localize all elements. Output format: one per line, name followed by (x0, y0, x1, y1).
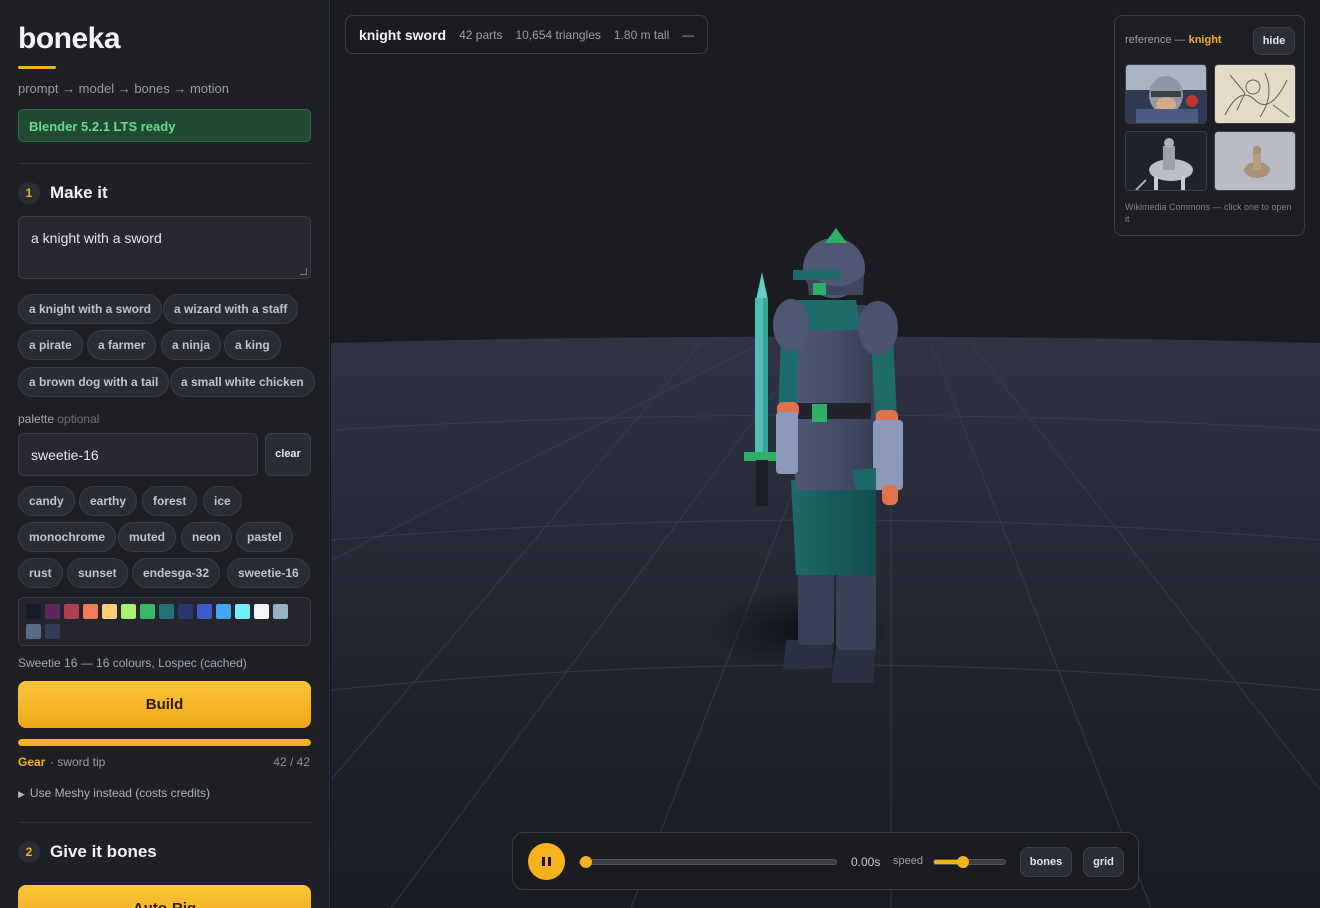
palette-chip[interactable]: sunset (67, 558, 128, 588)
step-title-make-it: Make it (50, 183, 108, 202)
sidebar: boneka prompt → model → bones → motion B… (0, 0, 330, 908)
prompt-input-value: a knight with a sword (31, 230, 162, 246)
prompt-chip[interactable]: a wizard with a staff (163, 294, 299, 324)
hide-reference-button[interactable]: hide (1253, 27, 1295, 55)
meshy-toggle[interactable]: ▶ Use Meshy instead (costs credits) (18, 786, 210, 800)
bones-toggle-button[interactable]: bones (1020, 847, 1072, 877)
prompt-chip[interactable]: a farmer (87, 330, 157, 360)
palette-swatch (45, 624, 60, 639)
title-underline (18, 66, 56, 69)
grid-toggle-button[interactable]: grid (1083, 847, 1124, 877)
reference-source-note: Wikimedia Commons — click one to open it (1125, 202, 1292, 224)
prompt-chip[interactable]: a ninja (161, 330, 222, 360)
pause-icon (542, 857, 545, 866)
step-number: 1 (18, 182, 40, 204)
app-title: boneka (18, 22, 121, 55)
palette-swatches (18, 597, 311, 646)
prompt-input[interactable]: a knight with a sword (18, 216, 311, 279)
palette-swatch (140, 604, 155, 619)
build-progress-bar (18, 739, 311, 746)
reference-thumbnail[interactable] (1125, 131, 1207, 191)
palette-swatch (178, 604, 193, 619)
disclosure-triangle-icon: ▶ (18, 789, 25, 799)
reference-thumbnail[interactable] (1214, 64, 1296, 124)
palette-chip[interactable]: neon (181, 522, 232, 552)
pause-button[interactable] (528, 843, 565, 880)
palette-chip[interactable]: candy (18, 486, 75, 516)
model-height: 1.80 m tall (613, 27, 670, 42)
palette-swatch (254, 604, 269, 619)
divider (18, 822, 311, 823)
reference-thumbnail[interactable] (1125, 64, 1207, 124)
3d-viewport[interactable]: knight sword 42 parts 10,654 triangles 1… (331, 0, 1320, 908)
playback-controls: 0.00s speed bones grid (512, 832, 1139, 890)
playback-time: 0.00s (851, 855, 881, 869)
reference-label: reference — knight (1125, 34, 1222, 46)
palette-swatch (216, 604, 231, 619)
palette-label: palette optional (18, 412, 99, 426)
blender-status-badge: Blender 5.2.1 LTS ready (18, 109, 311, 142)
palette-swatch (83, 604, 98, 619)
prompt-chip[interactable]: a pirate (18, 330, 83, 360)
triangle-count: 10,654 triangles (515, 27, 601, 42)
timeline-slider[interactable] (579, 856, 837, 868)
palette-swatch (26, 624, 41, 639)
palette-swatch (159, 604, 174, 619)
parts-count: 42 parts (459, 27, 503, 42)
reference-thumbnail[interactable] (1214, 131, 1296, 191)
reference-prefix: reference — (1125, 34, 1186, 46)
palette-swatch (26, 604, 41, 619)
palette-swatch (197, 604, 212, 619)
palette-chip[interactable]: rust (18, 558, 63, 588)
pause-icon (548, 857, 551, 866)
reference-panel: reference — knight hide Wikimedia Common… (1114, 15, 1305, 236)
auto-rig-button[interactable]: Auto-Rig (18, 885, 311, 908)
progress-stage: Gear (18, 755, 46, 769)
palette-swatch (45, 604, 60, 619)
palette-chip[interactable]: earthy (79, 486, 138, 516)
clear-palette-button[interactable]: clear (265, 433, 311, 476)
app: boneka prompt → model → bones → motion B… (0, 0, 1320, 908)
palette-chip[interactable]: monochrome (18, 522, 117, 552)
prompt-chip[interactable]: a knight with a sword (18, 294, 163, 324)
step-title-give-it-bones: Give it bones (50, 842, 157, 861)
palette-swatch (102, 604, 117, 619)
progress-detail: · sword tip (50, 755, 106, 769)
extra-info: — (682, 27, 695, 42)
reference-subject: knight (1188, 34, 1222, 46)
palette-chip[interactable]: sweetie-16 (227, 558, 310, 588)
speed-slider[interactable] (933, 856, 1006, 868)
palette-chip[interactable]: muted (118, 522, 176, 552)
palette-chip[interactable]: endesga-32 (132, 558, 221, 588)
progress-count: 42 / 42 (273, 755, 310, 769)
prompt-chip[interactable]: a small white chicken (170, 367, 315, 397)
palette-chip[interactable]: pastel (236, 522, 293, 552)
palette-label-text: palette (18, 412, 55, 426)
resize-handle[interactable] (300, 268, 307, 275)
step-number: 2 (18, 841, 40, 863)
meshy-label: Use Meshy instead (costs credits) (29, 786, 210, 800)
speed-label: speed (893, 855, 923, 867)
optional-hint: optional (57, 412, 100, 426)
palette-swatch (235, 604, 250, 619)
palette-chip[interactable]: ice (203, 486, 242, 516)
palette-input[interactable]: sweetie-16 (18, 433, 258, 476)
prompt-chip[interactable]: a brown dog with a tail (18, 367, 170, 397)
model-name: knight sword (359, 26, 447, 43)
palette-description: Sweetie 16 — 16 colours, Lospec (cached) (18, 656, 247, 670)
timeline-handle[interactable] (580, 856, 592, 868)
palette-swatch (121, 604, 136, 619)
pipeline-tagline: prompt → model → bones → motion (18, 81, 229, 96)
palette-chip[interactable]: forest (142, 486, 198, 516)
divider (18, 163, 311, 164)
build-button[interactable]: Build (18, 681, 311, 728)
speed-handle[interactable] (957, 856, 970, 868)
palette-swatch (273, 604, 288, 619)
model-info-bar: knight sword 42 parts 10,654 triangles 1… (345, 15, 709, 54)
prompt-chip[interactable]: a king (224, 330, 281, 360)
palette-swatch (64, 604, 79, 619)
progress-fill (18, 739, 311, 746)
